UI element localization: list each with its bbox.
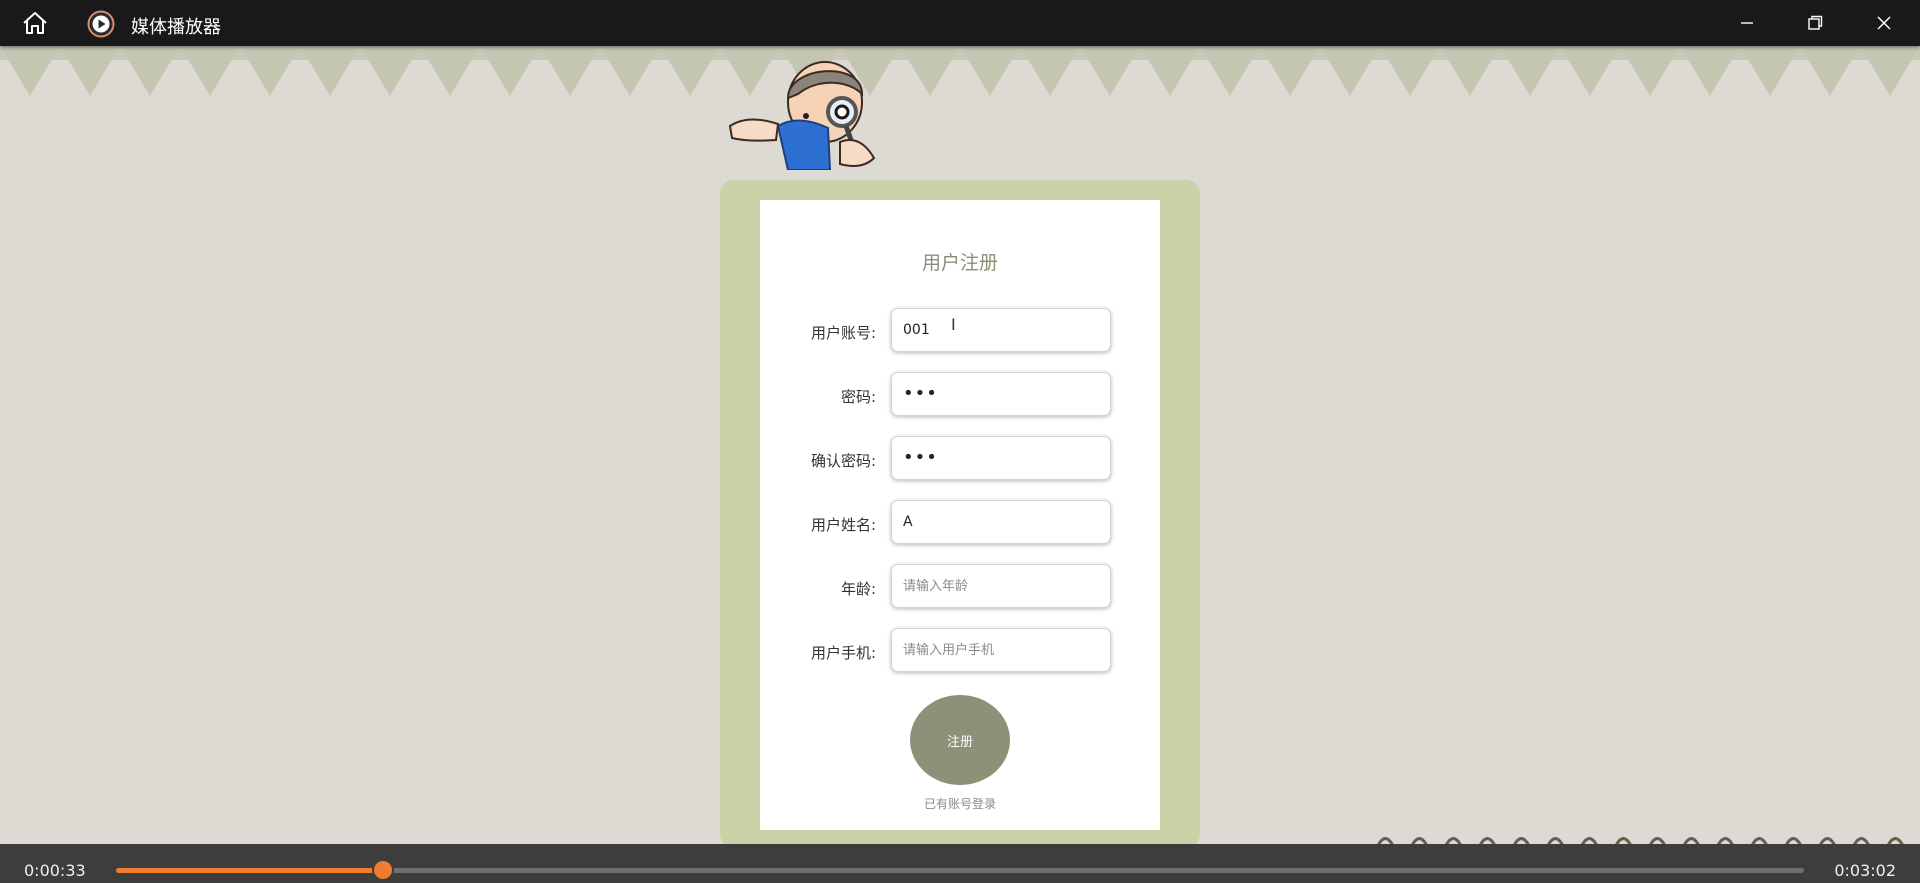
home-icon[interactable]: [21, 11, 49, 35]
text-cursor-icon: I: [951, 315, 956, 334]
seek-thumb[interactable]: [373, 861, 392, 879]
confirm-password-input[interactable]: •••: [891, 436, 1111, 480]
age-input[interactable]: [891, 564, 1111, 608]
account-input[interactable]: [891, 308, 1111, 352]
confirm-password-label: 确认密码:: [810, 452, 876, 470]
age-label: 年龄:: [840, 580, 876, 598]
phone-input[interactable]: [891, 628, 1111, 672]
row-phone: 用户手机:: [760, 628, 1160, 676]
registration-form: 用户注册 用户账号: I 密码: ••• 确认密码: ••• 用户姓名: 年龄:…: [760, 200, 1160, 830]
play-circle-icon: [87, 10, 115, 38]
current-time: 0:00:33: [24, 861, 86, 880]
row-age: 年龄:: [760, 564, 1160, 612]
seek-bar[interactable]: [116, 868, 1804, 873]
row-account: 用户账号:: [760, 308, 1160, 356]
row-password: 密码: •••: [760, 372, 1160, 420]
window-title: 媒体播放器: [131, 17, 221, 38]
name-label: 用户姓名:: [810, 516, 876, 534]
mascot-with-magnifier-icon: [728, 61, 876, 170]
close-icon[interactable]: [1873, 12, 1895, 34]
restore-icon[interactable]: [1804, 12, 1826, 34]
form-title: 用户注册: [921, 252, 998, 274]
row-name: 用户姓名:: [760, 500, 1160, 548]
phone-label: 用户手机:: [810, 644, 876, 662]
login-link[interactable]: 已有账号登录: [760, 795, 1160, 812]
register-button[interactable]: 注册: [910, 695, 1010, 785]
password-input[interactable]: •••: [891, 372, 1111, 416]
zigzag-decoration: [0, 46, 1920, 96]
row-confirm-password: 确认密码: •••: [760, 436, 1160, 484]
seek-bar-progress: [116, 868, 383, 873]
title-bar: 媒体播放器: [0, 0, 1920, 46]
name-input[interactable]: [891, 500, 1111, 544]
account-label: 用户账号:: [810, 324, 876, 342]
minimize-icon[interactable]: [1736, 12, 1758, 34]
player-bar: 0:00:33 0:03:02: [0, 844, 1920, 883]
total-time: 0:03:02: [1834, 861, 1896, 880]
password-label: 密码:: [840, 388, 876, 406]
